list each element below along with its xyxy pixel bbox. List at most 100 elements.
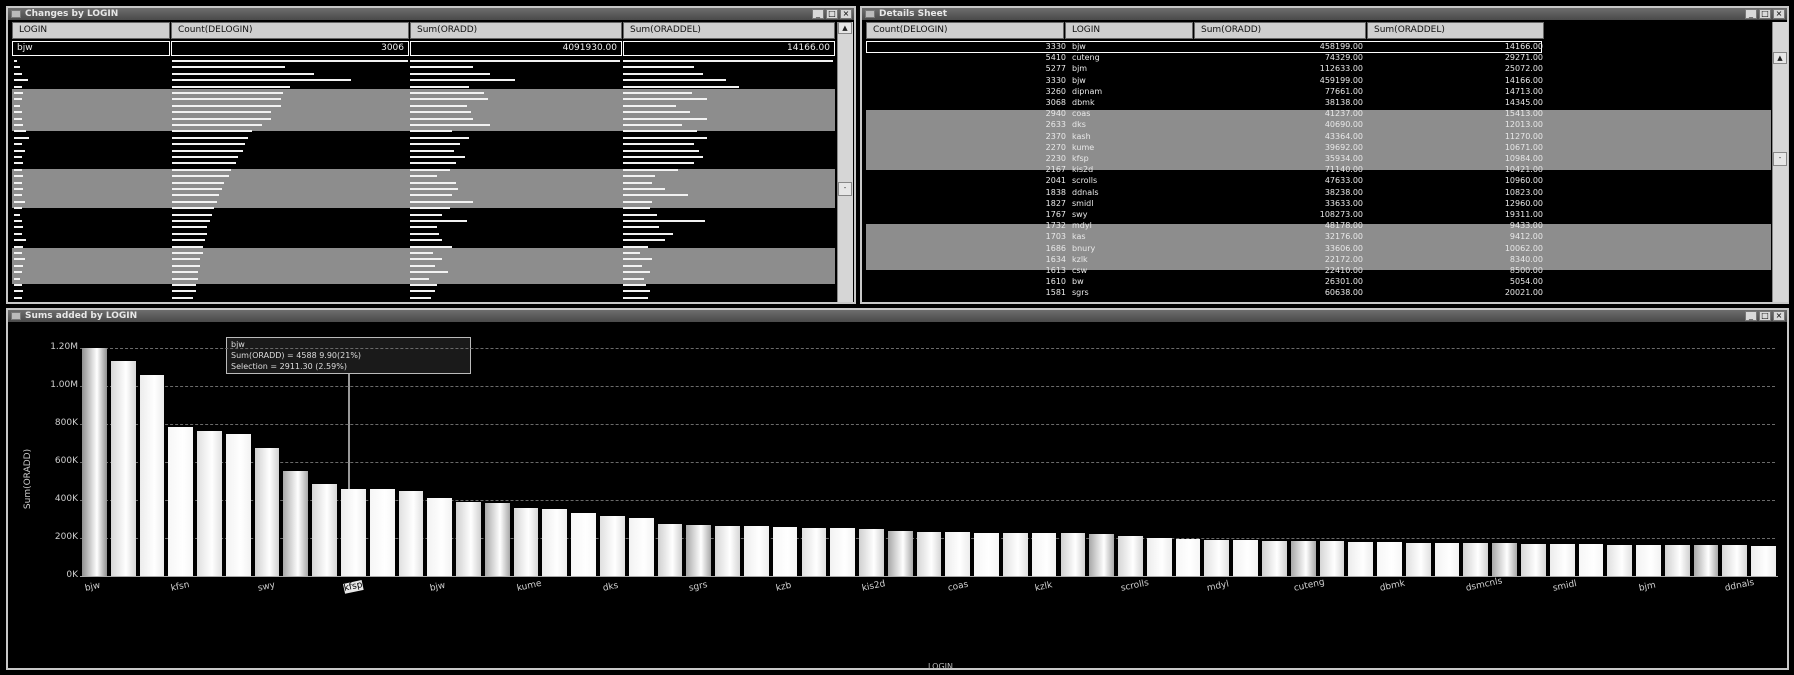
table-row[interactable]: 1581 sgrs 60638.00 20021.00	[866, 287, 1757, 299]
minimize-button[interactable]: _	[812, 9, 824, 19]
chart-bar[interactable]	[1089, 533, 1115, 576]
chart-bar[interactable]	[1578, 544, 1604, 576]
chart-bar[interactable]	[225, 433, 251, 576]
selected-login-cell[interactable]: bjw	[12, 41, 170, 56]
chart-bar[interactable]	[657, 523, 683, 576]
chart-bar[interactable]	[1520, 543, 1546, 576]
chart-bar[interactable]	[341, 488, 366, 576]
chart-bar[interactable]	[1636, 544, 1661, 576]
chart-bar[interactable]	[1118, 535, 1143, 576]
scroll-thumb[interactable]: -	[1773, 152, 1787, 166]
chart-bar[interactable]	[772, 527, 798, 576]
column-header-login[interactable]: LOGIN	[12, 22, 170, 39]
chart-bar[interactable]	[916, 531, 942, 576]
table-row[interactable]: 3330 bjw 459199.00 14166.00	[866, 75, 1757, 87]
table-row[interactable]: 2370 kash 43364.00 11270.00	[866, 131, 1757, 143]
close-button[interactable]: ×	[840, 9, 852, 19]
table-row[interactable]: 1610 bw 26301.00 5054.00	[866, 276, 1757, 288]
table-row[interactable]: 2940 coas 41237.00 15413.00	[866, 108, 1757, 120]
close-button[interactable]: ×	[1773, 9, 1785, 19]
table-row[interactable]: 2633 dks 40690.00 12013.00	[866, 119, 1757, 131]
chart-bar[interactable]	[830, 527, 856, 576]
details-vertical-scrollbar[interactable]: ▲ -	[1772, 22, 1788, 302]
chart-bar[interactable]	[1002, 532, 1028, 576]
chart-bar[interactable]	[1463, 543, 1489, 576]
bar-chart[interactable]: Sum(ORADD) LOGIN bjw Sum(ORADD) = 4588 9…	[8, 324, 1787, 671]
details-window-titlebar[interactable]: Details Sheet _ □ ×	[862, 8, 1787, 20]
table-row[interactable]: 3260 dipnam 77661.00 14713.00	[866, 86, 1757, 98]
minimize-button[interactable]: _	[1745, 311, 1757, 321]
selected-oradd-cell[interactable]: 4091930.00	[410, 41, 622, 56]
column-header-count[interactable]: Count(DELOGIN)	[171, 22, 409, 39]
table-row[interactable]: 1686 bnury 33606.00 10062.00	[866, 243, 1757, 255]
chart-bar[interactable]	[484, 502, 510, 576]
table-row[interactable]: 2230 kfsp 35934.00 10984.00	[866, 153, 1757, 165]
chart-bar[interactable]	[283, 470, 309, 576]
details-table-body[interactable]: 3330 bjw 458199.00 14166.00 5410 cuteng 74329.…	[866, 40, 1771, 302]
chart-bar[interactable]	[1722, 545, 1748, 576]
maximize-button[interactable]: □	[1759, 9, 1771, 19]
close-button[interactable]: ×	[1773, 311, 1785, 321]
chart-bar[interactable]	[1175, 538, 1201, 576]
table-row[interactable]: 5277 bjm 112633.00 25072.00	[866, 63, 1757, 75]
chart-bar[interactable]	[571, 512, 597, 576]
chart-bar[interactable]	[456, 501, 481, 576]
column-header-sum-oradd[interactable]: Sum(ORADD)	[410, 22, 622, 39]
chart-bar[interactable]	[542, 508, 568, 576]
chart-bar[interactable]	[139, 374, 165, 576]
chart-bar[interactable]	[974, 532, 999, 576]
details-header-sum-oradd[interactable]: Sum(ORADD)	[1194, 22, 1366, 39]
maximize-button[interactable]: □	[1759, 311, 1771, 321]
chart-bar[interactable]	[254, 447, 280, 576]
scroll-thumb[interactable]: -	[838, 182, 852, 196]
chart-bar[interactable]	[1377, 542, 1402, 576]
chart-bar[interactable]	[945, 532, 971, 576]
chart-bar[interactable]	[1060, 533, 1086, 576]
column-header-sum-oraddel[interactable]: Sum(ORADDEL)	[623, 22, 835, 39]
chart-bar[interactable]	[1290, 541, 1316, 576]
chart-bar[interactable]	[887, 531, 913, 576]
table-row[interactable]: 2270 kume 39692.00 10671.00	[866, 142, 1757, 154]
chart-bar[interactable]	[1204, 539, 1230, 576]
chart-bar[interactable]	[801, 527, 827, 576]
chart-bar[interactable]	[398, 491, 424, 576]
chart-bar[interactable]	[1693, 545, 1719, 576]
chart-bar[interactable]	[859, 528, 884, 576]
table-row[interactable]: 1838 ddnals 38238.00 10823.00	[866, 187, 1757, 199]
chart-bar[interactable]	[628, 518, 654, 576]
chart-window-titlebar[interactable]: Sums added by LOGIN _ □ ×	[8, 310, 1787, 322]
table-row[interactable]: 3330 bjw 458199.00 14166.00	[866, 41, 1757, 53]
table-row[interactable]: 1732 mdyl 48178.00 9433.00	[866, 220, 1757, 232]
chart-bar[interactable]	[1607, 544, 1633, 576]
selected-count-cell[interactable]: 3006	[171, 41, 409, 56]
table-row[interactable]: 5410 cuteng 74329.00 29271.00	[866, 52, 1757, 64]
chart-bar[interactable]	[513, 507, 539, 576]
chart-bar[interactable]	[1492, 543, 1517, 576]
chart-bar[interactable]	[1319, 541, 1345, 576]
chart-bar[interactable]	[197, 430, 222, 576]
chart-bar[interactable]	[1146, 537, 1172, 576]
chart-bar[interactable]	[1664, 545, 1690, 576]
table-row[interactable]: 1703 kas 32176.00 9412.00	[866, 231, 1757, 243]
changes-window-titlebar[interactable]: Changes by LOGIN _ □ ×	[8, 8, 854, 20]
chart-bar[interactable]	[1348, 541, 1374, 576]
table-row[interactable]: 1767 swy 108273.00 19311.00	[866, 209, 1757, 221]
table-row[interactable]: 1827 smidl 33633.00 12960.00	[866, 198, 1757, 210]
chart-bar[interactable]	[600, 516, 625, 576]
chart-bar[interactable]	[1434, 542, 1460, 576]
minimize-button[interactable]: _	[1745, 9, 1757, 19]
table-row[interactable]: 2167 kis2d 71140.00 10421.00	[866, 164, 1757, 176]
bar-table-body[interactable]	[12, 58, 835, 302]
chart-bar[interactable]	[312, 483, 337, 576]
chart-bar[interactable]	[1549, 544, 1575, 576]
details-header-count[interactable]: Count(DELOGIN)	[866, 22, 1064, 39]
chart-bar[interactable]	[743, 526, 769, 576]
chart-bar[interactable]	[1261, 540, 1287, 576]
selected-oraddel-cell[interactable]: 14166.00	[623, 41, 835, 56]
chart-bar[interactable]	[1233, 540, 1258, 576]
chart-bar[interactable]	[715, 525, 740, 576]
chart-bar[interactable]	[1405, 542, 1431, 576]
maximize-button[interactable]: □	[826, 9, 838, 19]
chart-bar[interactable]	[369, 488, 395, 576]
chart-bar[interactable]	[1751, 545, 1776, 576]
